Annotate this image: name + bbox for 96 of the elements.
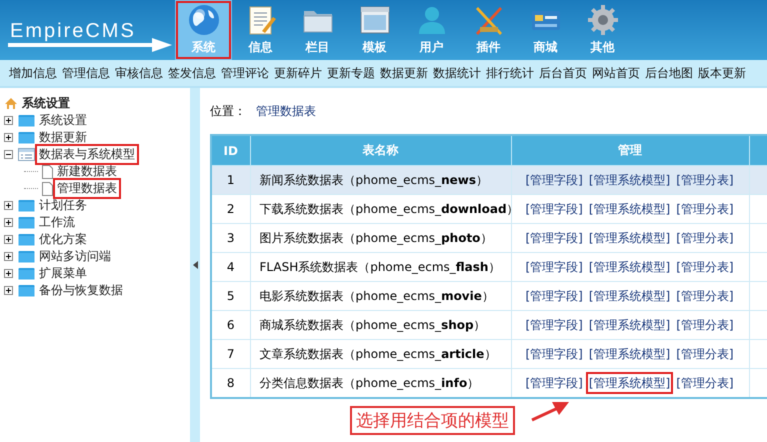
expand-toggle[interactable] — [4, 269, 13, 278]
action-link[interactable]: [管理系统模型] — [588, 230, 670, 246]
action-link[interactable]: [管理系统模型] — [588, 346, 670, 362]
action-link[interactable]: [管理字段] — [526, 258, 583, 274]
toolbar-link[interactable]: 审核信息 — [115, 64, 163, 82]
toolbar-link[interactable]: 管理评论 — [221, 64, 269, 82]
action-link[interactable]: [管理分表] — [676, 316, 734, 332]
tree-item[interactable]: 系统设置 — [37, 112, 89, 129]
expand-toggle[interactable] — [4, 235, 13, 244]
expand-toggle[interactable] — [4, 133, 13, 142]
toolbar-link[interactable]: 管理信息 — [62, 64, 110, 82]
tree-item[interactable]: 数据更新 — [37, 129, 89, 146]
document-icon — [42, 182, 53, 196]
folder-icon — [18, 250, 35, 263]
list-icon — [18, 148, 35, 161]
action-link[interactable]: [管理系统模型] — [588, 172, 670, 188]
action-link[interactable]: [管理系统模型] — [588, 374, 670, 390]
toolbar-link[interactable]: 增加信息 — [9, 64, 57, 82]
toolbar-link[interactable]: 签发信息 — [168, 64, 216, 82]
column-header: 表名称 — [250, 135, 511, 166]
table-cell: 文章系统数据表（phome_ecms_article） — [250, 340, 511, 368]
folder-icon — [18, 114, 35, 127]
action-link[interactable]: [管理系统模型] — [588, 258, 670, 274]
table-cell: 4 — [211, 252, 250, 282]
tree-item[interactable]: 新建数据表 — [55, 163, 119, 180]
action-link[interactable]: [管理字段] — [526, 230, 583, 246]
toolbar-link[interactable]: 更新专题 — [327, 64, 375, 82]
action-link[interactable]: [管理字段] — [526, 374, 583, 390]
column-header: ID — [211, 135, 250, 166]
action-link[interactable]: [管理字段] — [526, 316, 583, 332]
tree-item[interactable]: 数据表与系统模型 — [37, 146, 137, 163]
tree-item[interactable]: 扩展菜单 — [37, 265, 89, 282]
table-cell: 3 — [211, 224, 250, 252]
action-link[interactable]: [管理分表] — [676, 230, 734, 246]
toolbar-link[interactable]: 版本更新 — [698, 64, 746, 82]
action-link[interactable]: [管理分表] — [676, 374, 734, 390]
toolbar-link[interactable]: 后台首页 — [539, 64, 587, 82]
folder-icon — [18, 267, 35, 280]
breadcrumb-label: 位置： — [210, 102, 246, 120]
toolbar-link[interactable]: 数据统计 — [433, 64, 481, 82]
action-link[interactable]: [管理分表] — [676, 172, 734, 188]
annotation-arrow — [530, 400, 570, 422]
action-link[interactable]: [管理字段] — [526, 288, 583, 304]
annotation-callout: 选择用结合项的模型 — [350, 406, 515, 435]
document-icon — [42, 164, 53, 178]
toolbar-link[interactable]: 排行统计 — [486, 64, 534, 82]
tree-item[interactable]: 优化方案 — [37, 231, 89, 248]
toolbar-link[interactable]: 网站首页 — [592, 64, 640, 82]
action-link[interactable]: [管理分表] — [676, 288, 734, 304]
globe-icon — [186, 3, 220, 37]
folder-icon — [18, 233, 35, 246]
tree-item[interactable]: 工作流 — [37, 214, 77, 231]
toolbar-link[interactable]: 更新碎片 — [274, 64, 322, 82]
folder-icon — [18, 216, 35, 229]
tree-item[interactable]: 网站多访问端 — [37, 248, 113, 265]
toolbar-link[interactable]: 后台地图 — [645, 64, 693, 82]
logo: EmpireCMS — [6, 7, 174, 53]
house-icon — [4, 96, 18, 110]
table-cell: 下载系统数据表（phome_ecms_download） — [250, 194, 511, 224]
table-cell: 电影系统数据表（phome_ecms_movie） — [250, 282, 511, 310]
tree-item[interactable]: 备份与恢复数据 — [37, 282, 125, 299]
table-cell: 新闻系统数据表（phome_ecms_news） — [250, 166, 511, 194]
action-link[interactable]: [管理字段] — [526, 172, 583, 188]
action-link[interactable]: [管理字段] — [526, 200, 583, 216]
action-link[interactable]: [管理系统模型] — [588, 316, 670, 332]
table-cell: 1 — [211, 166, 250, 194]
expand-toggle[interactable] — [4, 252, 13, 261]
expand-toggle[interactable] — [4, 116, 13, 125]
table-cell: 图片系统数据表（phome_ecms_photo） — [250, 224, 511, 252]
tree-item[interactable]: 计划任务 — [37, 197, 89, 214]
table-cell: 商城系统数据表（phome_ecms_shop） — [250, 310, 511, 340]
expand-toggle[interactable] — [4, 218, 13, 227]
toolbar-link[interactable]: 数据更新 — [380, 64, 428, 82]
folder-icon — [18, 199, 35, 212]
action-link[interactable]: [管理分表] — [676, 258, 734, 274]
table-cell: 2 — [211, 194, 250, 224]
table-cell: 6 — [211, 310, 250, 340]
action-link[interactable]: [管理字段] — [526, 346, 583, 362]
collapse-toggle[interactable] — [4, 150, 13, 159]
breadcrumb-link[interactable]: 管理数据表 — [256, 102, 316, 120]
column-header: 管理 — [511, 135, 749, 166]
action-link[interactable]: [管理分表] — [676, 200, 734, 216]
expand-toggle[interactable] — [4, 286, 13, 295]
action-link[interactable]: [管理系统模型] — [588, 200, 670, 216]
action-link[interactable]: [管理分表] — [676, 346, 734, 362]
tree-root[interactable]: 系统设置 — [20, 94, 72, 112]
tree-item[interactable]: 管理数据表 — [55, 180, 119, 197]
action-link[interactable]: [管理系统模型] — [588, 288, 670, 304]
folder-icon — [18, 131, 35, 144]
table-cell: 7 — [211, 340, 250, 368]
table-cell: 5 — [211, 282, 250, 310]
gear-icon — [586, 3, 620, 37]
table-cell: FLASH系统数据表（phome_ecms_flash） — [250, 252, 511, 282]
folder-icon — [18, 284, 35, 297]
expand-toggle[interactable] — [4, 201, 13, 210]
collapse-arrow-icon[interactable] — [192, 261, 198, 269]
